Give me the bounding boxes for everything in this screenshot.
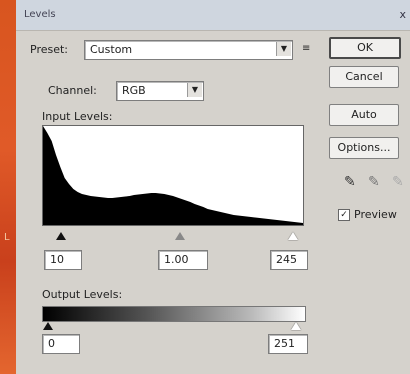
background-strip	[0, 0, 16, 374]
output-white-field[interactable]: 251	[268, 334, 308, 354]
close-icon[interactable]: x	[399, 8, 406, 21]
input-levels-label: Input Levels:	[42, 110, 113, 123]
preview-checkbox[interactable]: ✓	[338, 209, 350, 221]
white-eyedropper-icon[interactable]: ✎	[392, 174, 404, 190]
input-white-slider[interactable]	[288, 232, 298, 240]
output-black-slider[interactable]	[43, 322, 53, 330]
output-white-slider[interactable]	[291, 322, 301, 330]
preview-label: Preview	[354, 208, 397, 221]
output-black-value: 0	[48, 337, 55, 350]
input-gamma-slider[interactable]	[175, 232, 185, 240]
title-bar[interactable]: Levels x	[16, 0, 410, 31]
preset-menu-icon[interactable]: ≡	[302, 43, 310, 54]
gray-eyedropper-icon[interactable]: ✎	[368, 174, 380, 190]
channel-label: Channel:	[48, 84, 97, 97]
input-white-field[interactable]: 245	[270, 250, 308, 270]
output-black-field[interactable]: 0	[42, 334, 80, 354]
black-eyedropper-icon[interactable]: ✎	[344, 174, 356, 190]
options-button[interactable]: Options...	[329, 137, 399, 159]
channel-value: RGB	[122, 84, 146, 97]
auto-button[interactable]: Auto	[329, 104, 399, 126]
input-gamma-value: 1.00	[164, 253, 189, 266]
output-levels-label: Output Levels:	[42, 288, 123, 301]
histogram	[42, 125, 304, 226]
output-white-value: 251	[274, 337, 295, 350]
input-black-value: 10	[50, 253, 64, 266]
input-black-field[interactable]: 10	[44, 250, 82, 270]
cancel-button[interactable]: Cancel	[329, 66, 399, 88]
preset-select[interactable]: Custom ▼	[84, 40, 293, 60]
output-gradient	[42, 306, 306, 322]
channel-select[interactable]: RGB ▼	[116, 81, 204, 101]
histogram-area	[43, 126, 303, 225]
input-gamma-field[interactable]: 1.00	[158, 250, 208, 270]
input-white-value: 245	[276, 253, 297, 266]
preset-label: Preset:	[30, 43, 69, 56]
chevron-down-icon: ▼	[276, 42, 291, 56]
ok-button[interactable]: OK	[329, 37, 401, 59]
chevron-down-icon: ▼	[187, 83, 202, 97]
levels-dialog: Levels x Preset: Custom ▼ ≡ Channel: RGB…	[16, 0, 410, 374]
dialog-title: Levels	[24, 9, 56, 20]
input-black-slider[interactable]	[56, 232, 66, 240]
background-letter: L	[4, 232, 10, 243]
preset-value: Custom	[90, 43, 133, 56]
